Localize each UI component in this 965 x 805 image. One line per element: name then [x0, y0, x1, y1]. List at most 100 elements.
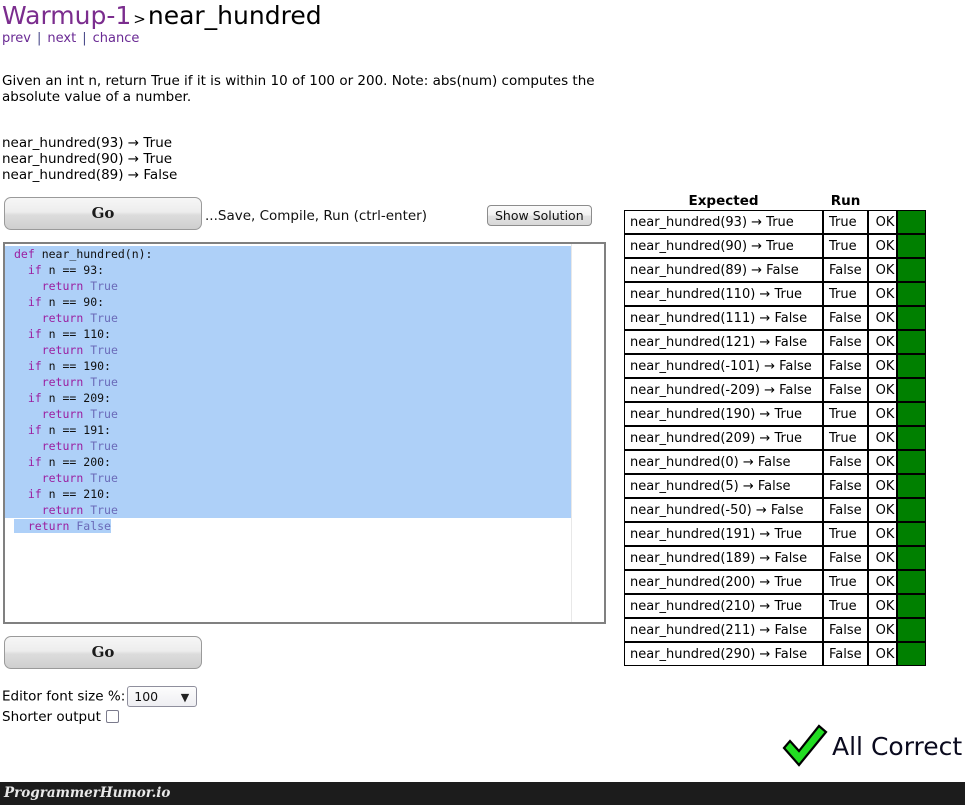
- status-badge: [897, 402, 926, 426]
- editor-font-size-value: 100: [134, 689, 159, 704]
- cell-run: True: [823, 210, 868, 234]
- cell-status: OK: [868, 642, 897, 666]
- cell-status: OK: [868, 618, 897, 642]
- editor-font-size-select[interactable]: 100 ▼: [127, 686, 198, 707]
- code-token: True: [90, 343, 118, 357]
- show-solution-button[interactable]: Show Solution: [487, 205, 592, 226]
- code-token: if: [27, 327, 42, 341]
- table-row: near_hundred(200) → True True OK: [624, 570, 926, 594]
- code-token: :: [104, 455, 111, 469]
- status-badge: [897, 282, 926, 306]
- go-button-top[interactable]: Go: [4, 197, 202, 230]
- code-line: return True: [5, 278, 571, 294]
- cell-run: True: [823, 402, 868, 426]
- code-token: n ==: [41, 327, 84, 341]
- code-token: near_hundred(n):: [41, 247, 153, 261]
- code-token: if: [27, 391, 42, 405]
- code-editor[interactable]: def near_hundred(n): if n == 93: return …: [3, 242, 606, 624]
- save-compile-run-hint: ...Save, Compile, Run (ctrl-enter): [205, 208, 427, 224]
- cell-run: True: [823, 426, 868, 450]
- cell-expected: near_hundred(0) → False: [624, 450, 823, 474]
- cell-expected: near_hundred(121) → False: [624, 330, 823, 354]
- cell-expected: near_hundred(-209) → False: [624, 378, 823, 402]
- cell-expected: near_hundred(200) → True: [624, 570, 823, 594]
- watermark-bar: ProgrammerHumor.io: [0, 782, 965, 805]
- cell-run: False: [823, 618, 868, 642]
- code-token: n ==: [41, 423, 84, 437]
- breadcrumb-section[interactable]: Warmup-1: [2, 1, 131, 30]
- code-token: 209: [83, 391, 105, 405]
- table-row: near_hundred(5) → False False OK: [624, 474, 926, 498]
- shorter-output-row: Shorter output: [2, 708, 119, 726]
- status-badge: [897, 546, 926, 570]
- code-line: return False: [5, 518, 571, 534]
- code-token: return: [27, 519, 70, 533]
- cell-status: OK: [868, 594, 897, 618]
- cell-status: OK: [868, 282, 897, 306]
- shorter-output-checkbox[interactable]: [105, 710, 119, 723]
- cell-run: True: [823, 234, 868, 258]
- table-row: near_hundred(90) → True True OK: [624, 234, 926, 258]
- code-token: n ==: [41, 455, 84, 469]
- code-text[interactable]: def near_hundred(n): if n == 93: return …: [5, 246, 571, 534]
- cell-status: OK: [868, 570, 897, 594]
- code-token: 200: [83, 455, 105, 469]
- nav-link-chance[interactable]: chance: [93, 31, 140, 46]
- code-token: 90: [83, 295, 98, 309]
- code-token: if: [27, 359, 42, 373]
- code-token: if: [27, 263, 42, 277]
- go-button-bottom[interactable]: Go: [4, 636, 202, 669]
- code-token: return: [41, 439, 84, 453]
- cell-expected: near_hundred(110) → True: [624, 282, 823, 306]
- code-token: return: [41, 279, 84, 293]
- code-editor-surface[interactable]: def near_hundred(n): if n == 93: return …: [5, 244, 604, 622]
- code-token: if: [27, 455, 42, 469]
- table-row: near_hundred(0) → False False OK: [624, 450, 926, 474]
- status-badge: [897, 570, 926, 594]
- status-badge: [897, 642, 926, 666]
- table-row: near_hundred(89) → False False OK: [624, 258, 926, 282]
- cell-expected: near_hundred(111) → False: [624, 306, 823, 330]
- code-token: if: [27, 295, 42, 309]
- code-token: n ==: [41, 391, 84, 405]
- nav-separator-1: |: [37, 31, 42, 46]
- cell-expected: near_hundred(-50) → False: [624, 498, 823, 522]
- code-token: False: [76, 519, 111, 533]
- table-row: near_hundred(191) → True True OK: [624, 522, 926, 546]
- code-line: if n == 190:: [5, 358, 571, 374]
- editor-font-size-row: Editor font size %: 100 ▼: [2, 686, 198, 707]
- code-token: 210: [83, 487, 105, 501]
- code-line: if n == 110:: [5, 326, 571, 342]
- status-badge: [897, 306, 926, 330]
- nav-link-prev[interactable]: prev: [2, 31, 31, 46]
- status-badge: [897, 426, 926, 450]
- cell-run: False: [823, 474, 868, 498]
- problem-description: Given an int n, return True if it is wit…: [2, 73, 595, 105]
- cell-run: True: [823, 594, 868, 618]
- table-row: near_hundred(290) → False False OK: [624, 642, 926, 666]
- code-token: return: [41, 343, 84, 357]
- code-token: :: [104, 391, 111, 405]
- watermark-text: ProgrammerHumor.io: [4, 785, 171, 801]
- cell-status: OK: [868, 402, 897, 426]
- cell-status: OK: [868, 330, 897, 354]
- results-header-row: Expected Run: [624, 193, 926, 210]
- nav-links: prev | next | chance: [2, 30, 139, 48]
- cell-expected: near_hundred(89) → False: [624, 258, 823, 282]
- code-token: def: [14, 247, 42, 261]
- cell-expected: near_hundred(210) → True: [624, 594, 823, 618]
- cell-expected: near_hundred(190) → True: [624, 402, 823, 426]
- code-line: def near_hundred(n):: [5, 246, 571, 262]
- table-row: near_hundred(-209) → False False OK: [624, 378, 926, 402]
- nav-link-next[interactable]: next: [47, 31, 76, 46]
- editor-wrap-guide: [571, 244, 572, 622]
- cell-run: False: [823, 546, 868, 570]
- cell-run: True: [823, 522, 868, 546]
- code-token: :: [104, 423, 111, 437]
